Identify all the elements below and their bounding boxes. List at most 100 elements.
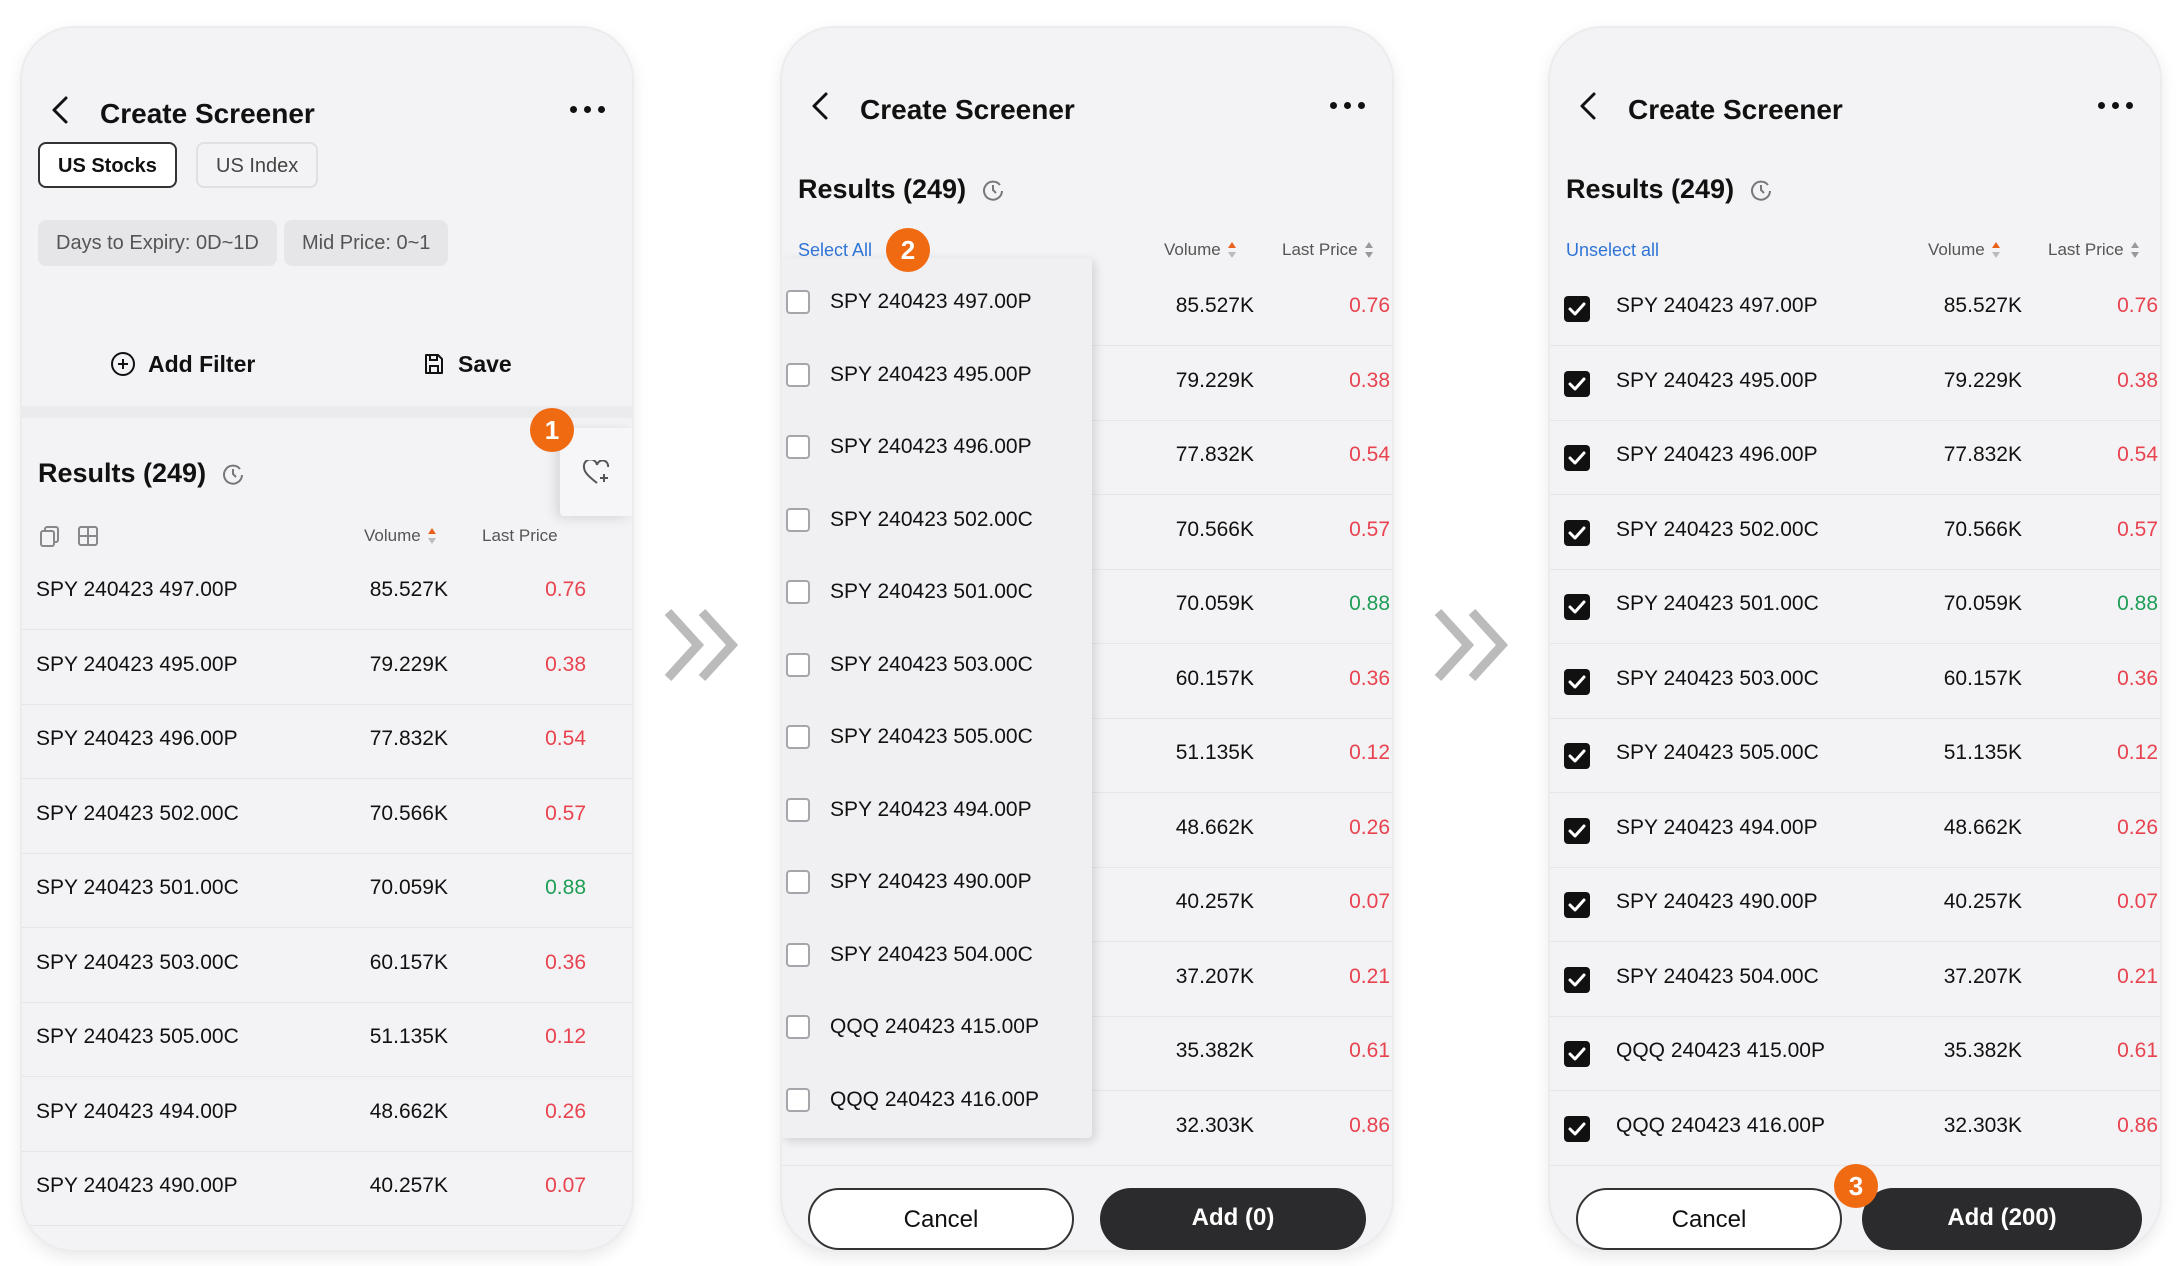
more-options-icon[interactable] <box>1328 100 1368 112</box>
selection-list-item[interactable]: SPY 240423 495.00P <box>782 339 1092 412</box>
selection-list-item[interactable]: SPY 240423 505.00C <box>782 701 1092 774</box>
last-price-value: 0.38 <box>2117 368 2158 392</box>
selection-list-item[interactable]: SPY 240423 497.00P <box>782 266 1092 339</box>
table-row[interactable]: SPY 240423 503.00C 60.157K 0.36 <box>22 929 632 1003</box>
table-row-selected[interactable]: SPY 240423 490.00P 40.257K 0.07 <box>1550 868 2160 942</box>
option-name: SPY 240423 505.00C <box>1616 741 1819 764</box>
checkbox-checked[interactable] <box>1564 445 1590 471</box>
volume-value: 35.382K <box>1943 1039 2022 1062</box>
last-price-value: 0.54 <box>1349 443 1390 466</box>
market-tab-us-index[interactable]: US Index <box>196 142 319 188</box>
refresh-icon[interactable] <box>1748 177 1774 203</box>
table-row-selected[interactable]: SPY 240423 495.00P 79.229K 0.38 <box>1550 347 2160 421</box>
table-row[interactable]: SPY 240423 502.00C 70.566K 0.57 <box>22 780 632 854</box>
checkbox-checked[interactable] <box>1564 892 1590 918</box>
table-row-selected[interactable]: SPY 240423 505.00C 51.135K 0.12 <box>1550 719 2160 793</box>
checkbox-checked[interactable] <box>1564 966 1590 993</box>
checkbox-checked[interactable] <box>1564 370 1590 397</box>
volume-column-header[interactable]: Volume <box>364 526 437 546</box>
selection-list-item[interactable]: SPY 240423 502.00C <box>782 484 1092 557</box>
checkbox-checked[interactable] <box>1564 1115 1590 1142</box>
selection-list-item[interactable]: SPY 240423 494.00P <box>782 774 1092 847</box>
cancel-button[interactable]: Cancel <box>808 1188 1074 1250</box>
last-price-value: 0.07 <box>545 1174 586 1197</box>
last-price-column-header[interactable]: Last Price <box>1282 240 1374 260</box>
back-arrow-icon[interactable] <box>1568 86 1608 126</box>
checkbox-checked[interactable] <box>1564 817 1590 844</box>
last-price-value: 0.07 <box>1349 890 1390 913</box>
refresh-icon[interactable] <box>220 461 246 487</box>
volume-header-label: Volume <box>1164 240 1221 259</box>
checkbox-checked[interactable] <box>1564 743 1590 769</box>
back-arrow-icon[interactable] <box>40 90 80 130</box>
checkbox-checked[interactable] <box>1564 594 1590 620</box>
checkbox-unchecked[interactable] <box>786 1087 810 1112</box>
option-name: SPY 240423 495.00P <box>1616 368 1818 392</box>
refresh-icon[interactable] <box>980 177 1006 203</box>
table-row[interactable]: SPY 240423 496.00P 77.832K 0.54 <box>22 705 632 779</box>
selection-list-item[interactable]: SPY 240423 501.00C <box>782 556 1092 629</box>
selection-list-item[interactable]: QQQ 240423 415.00P <box>782 991 1092 1064</box>
checkbox-unchecked[interactable] <box>786 1015 810 1039</box>
filter-chip-mid-price[interactable]: Mid Price: 0~1 <box>284 220 449 266</box>
table-row[interactable]: SPY 240423 501.00C 70.059K 0.88 <box>22 854 632 928</box>
table-row[interactable]: SPY 240423 490.00P 40.257K 0.07 <box>22 1152 632 1226</box>
unselect-all-link[interactable]: Unselect all <box>1566 240 1659 261</box>
table-row[interactable]: SPY 240423 505.00C 51.135K 0.12 <box>22 1003 632 1077</box>
last-price-header-label: Last Price <box>482 526 558 545</box>
checkbox-unchecked[interactable] <box>786 362 810 387</box>
table-row-selected[interactable]: SPY 240423 497.00P 85.527K 0.76 <box>1550 272 2160 346</box>
last-price-value: 0.54 <box>2117 443 2158 466</box>
table-row-selected[interactable]: QQQ 240423 415.00P 35.382K 0.61 <box>1550 1017 2160 1091</box>
table-row-selected[interactable]: SPY 240423 501.00C 70.059K 0.88 <box>1550 570 2160 644</box>
table-row[interactable]: SPY 240423 497.00P 85.527K 0.76 <box>22 556 632 630</box>
checkbox-unchecked[interactable] <box>786 870 810 894</box>
more-options-icon[interactable] <box>2096 100 2136 112</box>
more-options-icon[interactable] <box>568 104 608 116</box>
table-row[interactable]: SPY 240423 495.00P 79.229K 0.38 <box>22 631 632 705</box>
back-arrow-icon[interactable] <box>800 86 840 126</box>
copy-icon[interactable] <box>38 524 62 548</box>
volume-column-header[interactable]: Volume <box>1928 240 2001 260</box>
filter-chip-days-to-expiry[interactable]: Days to Expiry: 0D~1D <box>38 220 277 266</box>
selection-list-item[interactable]: QQQ 240423 416.00P <box>782 1064 1092 1137</box>
table-row-selected[interactable]: SPY 240423 494.00P 48.662K 0.26 <box>1550 794 2160 868</box>
last-price-column-header[interactable]: Last Price <box>2048 240 2140 260</box>
checkbox-checked[interactable] <box>1564 519 1590 546</box>
checkmark-icon <box>1568 898 1586 912</box>
selection-list-item[interactable]: SPY 240423 496.00P <box>782 411 1092 484</box>
checkbox-unchecked[interactable] <box>786 435 810 459</box>
checkbox-unchecked[interactable] <box>786 725 810 749</box>
grid-icon[interactable] <box>76 524 100 548</box>
checkbox-unchecked[interactable] <box>786 580 810 604</box>
table-row[interactable]: SPY 240423 494.00P 48.662K 0.26 <box>22 1078 632 1152</box>
checkbox-checked[interactable] <box>1564 296 1590 322</box>
last-price-column-header[interactable]: Last Price <box>482 526 558 546</box>
volume-column-header[interactable]: Volume <box>1164 240 1237 260</box>
selection-list-item[interactable]: SPY 240423 490.00P <box>782 846 1092 919</box>
add-selected-button[interactable]: Add (200) <box>1862 1188 2142 1250</box>
selection-list-item[interactable]: SPY 240423 504.00C <box>782 919 1092 992</box>
table-row-selected[interactable]: SPY 240423 496.00P 77.832K 0.54 <box>1550 421 2160 495</box>
checkbox-unchecked[interactable] <box>786 942 810 967</box>
add-filter-button[interactable]: Add Filter <box>110 346 255 382</box>
table-row-selected[interactable]: SPY 240423 503.00C 60.157K 0.36 <box>1550 645 2160 719</box>
checkbox-unchecked[interactable] <box>786 652 810 677</box>
checkbox-unchecked[interactable] <box>786 797 810 822</box>
cancel-button[interactable]: Cancel <box>1576 1188 1842 1250</box>
option-name: SPY 240423 502.00C <box>1616 517 1819 541</box>
checkbox-checked[interactable] <box>1564 1041 1590 1067</box>
table-row-selected[interactable]: QQQ 240423 416.00P 32.303K 0.86 <box>1550 1092 2160 1166</box>
checkbox-checked[interactable] <box>1564 668 1590 695</box>
checkbox-unchecked[interactable] <box>786 290 810 314</box>
table-row-selected[interactable]: SPY 240423 502.00C 70.566K 0.57 <box>1550 496 2160 570</box>
selection-list-item[interactable]: SPY 240423 503.00C <box>782 629 1092 702</box>
table-row-selected[interactable]: SPY 240423 504.00C 37.207K 0.21 <box>1550 943 2160 1017</box>
save-button[interactable]: Save <box>422 346 512 382</box>
market-tab-us-stocks[interactable]: US Stocks <box>38 142 177 188</box>
checkmark-icon <box>1568 1122 1586 1135</box>
add-button[interactable]: Add (0) <box>1100 1188 1366 1250</box>
volume-value: 79.229K <box>1943 368 2022 392</box>
checkbox-unchecked[interactable] <box>786 507 810 532</box>
table-row[interactable]: SPY 240423 504.00C 37.207K 0.21 <box>22 1227 632 1251</box>
